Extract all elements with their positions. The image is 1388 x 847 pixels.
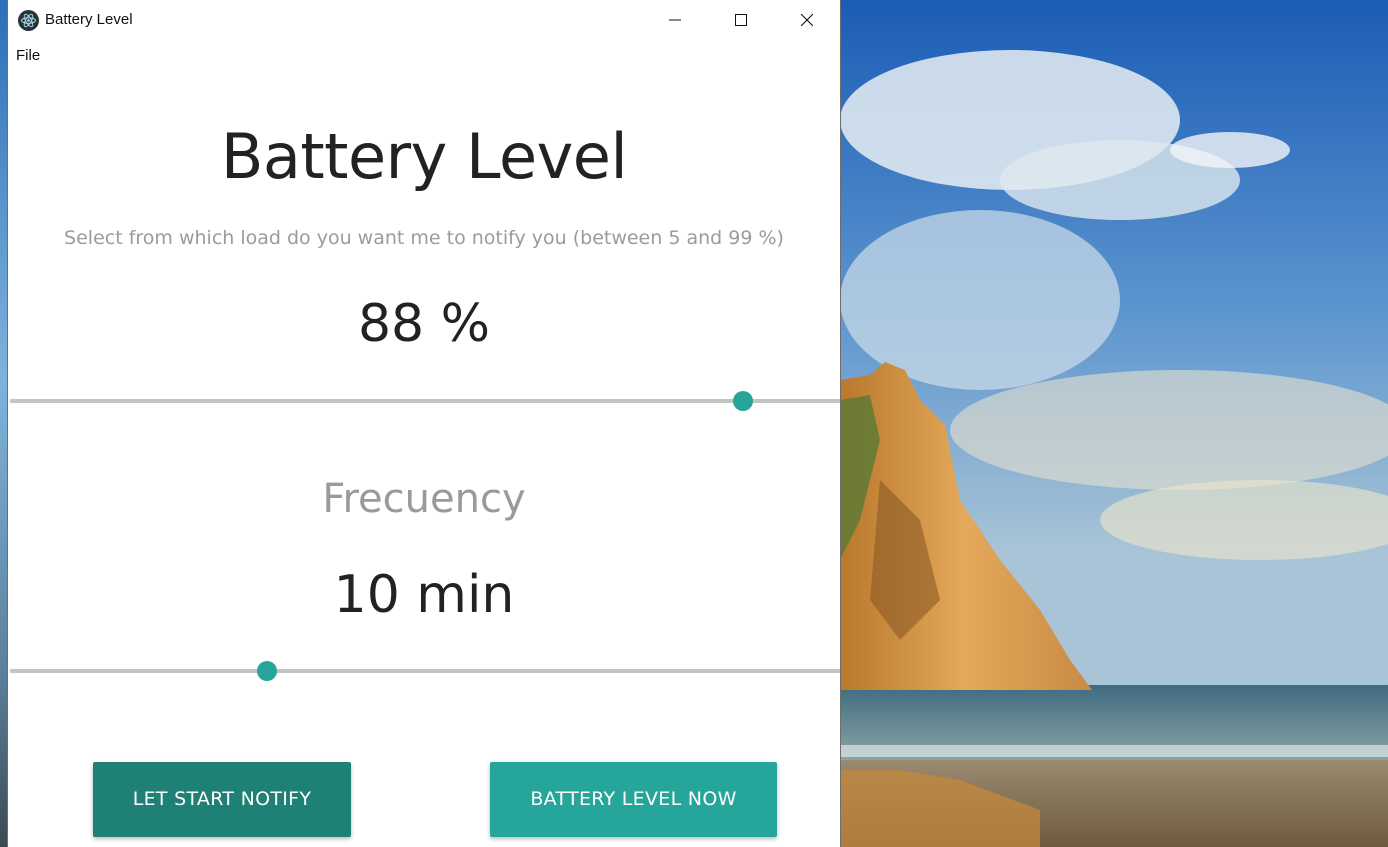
- minimize-button[interactable]: [652, 0, 698, 41]
- maximize-icon: [735, 14, 747, 26]
- frequency-slider-track[interactable]: [10, 669, 840, 673]
- battery-level-slider[interactable]: [10, 389, 840, 413]
- battery-instructions: Select from which load do you want me to…: [64, 227, 784, 249]
- window-title: Battery Level: [45, 11, 133, 28]
- menu-bar: File: [8, 41, 840, 71]
- electron-atom-icon: [18, 10, 39, 31]
- start-notify-button[interactable]: LET START NOTIFY: [93, 762, 351, 837]
- frequency-slider-thumb[interactable]: [257, 661, 278, 681]
- frequency-slider[interactable]: [10, 659, 840, 683]
- title-bar[interactable]: Battery Level: [8, 0, 840, 41]
- frequency-value: 10 min: [333, 565, 515, 625]
- desktop-edge-strip: [0, 0, 8, 847]
- page-title: Battery Level: [220, 120, 628, 193]
- frequency-title: Frecuency: [322, 476, 526, 522]
- battery-slider-track[interactable]: [10, 399, 840, 403]
- minimize-icon: [669, 19, 681, 21]
- close-icon: [801, 14, 813, 26]
- close-button[interactable]: [784, 0, 830, 41]
- battery-slider-thumb[interactable]: [732, 391, 753, 411]
- battery-threshold-value: 88 %: [357, 294, 491, 354]
- app-window: Battery Level File Battery Level Select …: [8, 0, 840, 847]
- menu-item-file[interactable]: File: [16, 47, 40, 64]
- battery-level-now-button[interactable]: BATTERY LEVEL NOW: [490, 762, 777, 837]
- maximize-button[interactable]: [718, 0, 764, 41]
